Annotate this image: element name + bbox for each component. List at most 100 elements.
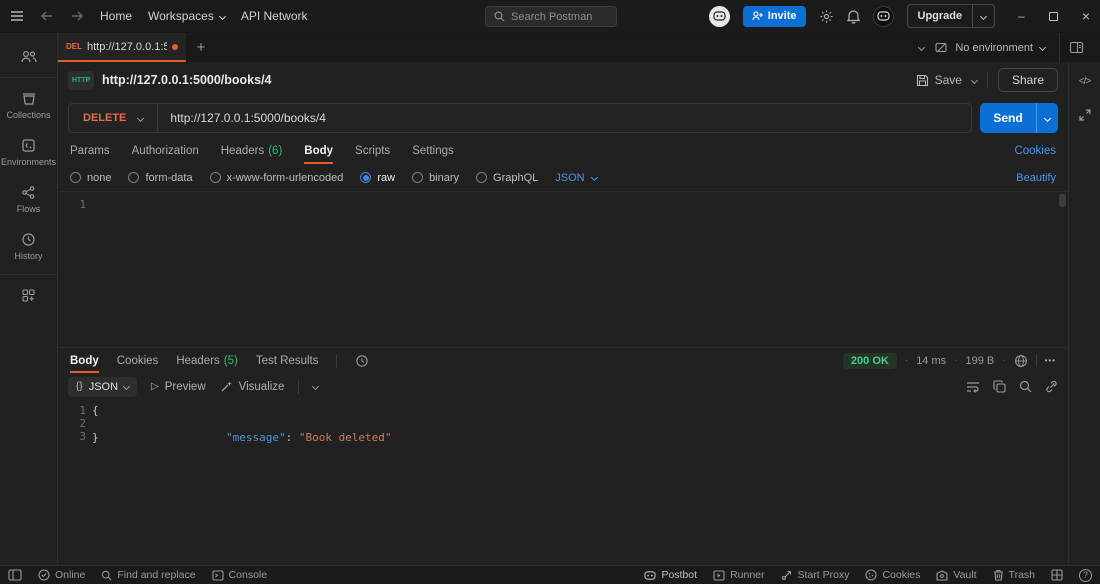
back-icon[interactable] xyxy=(40,10,54,22)
sidebar-item-collections[interactable]: Collections xyxy=(0,82,57,129)
send-button[interactable]: Send xyxy=(980,103,1058,133)
response-format-selector[interactable]: {} JSON xyxy=(68,377,137,397)
runner-icon xyxy=(713,570,725,581)
tab-list-chevron-icon[interactable] xyxy=(918,44,925,51)
invite-button[interactable]: Invite xyxy=(743,6,806,27)
postbot-icon[interactable] xyxy=(709,6,730,27)
search-input[interactable]: Search Postman xyxy=(485,6,617,27)
window-close-button[interactable]: × xyxy=(1082,8,1090,24)
sidebar-item-flows[interactable]: Flows xyxy=(0,176,57,223)
no-environment-icon xyxy=(934,41,948,54)
save-options-chevron-icon[interactable] xyxy=(971,76,978,83)
postbot-face-icon xyxy=(644,570,656,581)
http-badge: HTTP xyxy=(68,71,94,90)
copy-icon[interactable] xyxy=(993,380,1006,393)
editor-scrollbar[interactable] xyxy=(1059,194,1066,345)
toggle-sidebar-icon[interactable] xyxy=(8,569,22,581)
search-placeholder: Search Postman xyxy=(511,11,592,23)
window-minimize-button[interactable]: – xyxy=(1018,9,1025,23)
expand-panel-icon[interactable] xyxy=(1079,109,1091,121)
start-proxy-button[interactable]: Start Proxy xyxy=(781,569,850,581)
body-mode-urlencoded[interactable]: x-www-form-urlencoded xyxy=(210,172,344,184)
tab-body[interactable]: Body xyxy=(304,138,333,164)
upgrade-chevron[interactable] xyxy=(972,5,994,27)
nav-workspaces[interactable]: Workspaces xyxy=(148,9,225,23)
globe-icon[interactable] xyxy=(1014,354,1028,368)
tab-headers[interactable]: Headers(6) xyxy=(221,138,283,164)
notifications-bell-icon[interactable] xyxy=(847,9,860,24)
nav-api-network[interactable]: API Network xyxy=(241,9,308,23)
user-avatar[interactable] xyxy=(873,6,894,27)
save-button[interactable]: Save xyxy=(916,73,962,87)
method-selector[interactable]: DELETE xyxy=(69,104,157,132)
response-tab-headers[interactable]: Headers(5) xyxy=(176,348,238,373)
window-maximize-button[interactable] xyxy=(1049,12,1058,21)
response-time[interactable]: 14 ms xyxy=(916,355,946,367)
hamburger-menu-icon[interactable] xyxy=(10,10,24,22)
vault-button[interactable]: Vault xyxy=(936,569,976,581)
right-sidebar-rail: </> xyxy=(1068,62,1100,565)
preview-button[interactable]: ▷ Preview xyxy=(151,381,206,393)
body-mode-none[interactable]: none xyxy=(70,172,111,184)
forward-icon[interactable] xyxy=(70,10,84,22)
new-tab-button[interactable]: + xyxy=(186,33,216,62)
left-sidebar-rail: Collections Environments Flows History xyxy=(0,33,58,565)
visualize-chevron-icon[interactable] xyxy=(312,383,319,390)
sidebar-configure-icon[interactable] xyxy=(0,279,57,312)
response-tab-test-results[interactable]: Test Results xyxy=(256,348,319,373)
response-size[interactable]: 199 B xyxy=(966,355,995,367)
json-key: "message" xyxy=(226,431,286,444)
online-status[interactable]: Online xyxy=(38,569,85,581)
body-mode-raw[interactable]: raw xyxy=(360,172,395,184)
sidebar-item-environments[interactable]: Environments xyxy=(0,129,57,176)
cookies-button[interactable]: Cookies xyxy=(865,569,920,581)
environment-quick-look-icon[interactable] xyxy=(1069,41,1084,54)
request-body-editor[interactable]: 1 xyxy=(58,191,1068,347)
tab-settings[interactable]: Settings xyxy=(412,138,454,164)
wrap-text-icon[interactable] xyxy=(966,381,980,393)
response-body-viewer[interactable]: 1 2 3 { "message": "Book deleted" } xyxy=(58,400,1068,565)
environment-selector[interactable]: No environment xyxy=(934,41,1045,54)
console-button[interactable]: Console xyxy=(212,569,268,581)
visualize-button[interactable]: Visualize xyxy=(220,380,285,393)
sidebar-workspace-icon[interactable] xyxy=(0,41,57,73)
link-icon[interactable] xyxy=(1045,380,1058,393)
runner-button[interactable]: Runner xyxy=(713,569,764,581)
settings-gear-icon[interactable] xyxy=(819,9,834,24)
response-tab-cookies[interactable]: Cookies xyxy=(117,348,159,373)
url-input[interactable]: http://127.0.0.1:5000/books/4 xyxy=(158,111,337,125)
open-request-tab[interactable]: DEL http://127.0.0.1:5000/boo xyxy=(58,33,186,62)
divider xyxy=(987,72,988,88)
response-line-numbers: 1 2 3 xyxy=(58,400,92,565)
radio-icon xyxy=(210,172,221,183)
raw-language-selector[interactable]: JSON xyxy=(555,172,596,184)
sidebar-item-history[interactable]: History xyxy=(0,223,57,270)
body-mode-form-data[interactable]: form-data xyxy=(128,172,192,184)
cookies-link[interactable]: Cookies xyxy=(1014,145,1056,157)
search-response-icon[interactable] xyxy=(1019,380,1032,393)
chevron-down-icon xyxy=(137,114,144,121)
trash-button[interactable]: Trash xyxy=(993,569,1035,581)
divider xyxy=(298,380,299,394)
beautify-link[interactable]: Beautify xyxy=(1016,172,1056,184)
panel-layout-icon[interactable] xyxy=(1051,569,1063,581)
tab-params[interactable]: Params xyxy=(70,138,110,164)
find-and-replace-button[interactable]: Find and replace xyxy=(101,569,195,581)
response-history-icon[interactable] xyxy=(355,354,369,368)
response-tab-body[interactable]: Body xyxy=(70,348,99,373)
response-more-options[interactable]: ••• xyxy=(1045,356,1056,365)
code-snippet-icon[interactable]: </> xyxy=(1079,76,1090,87)
play-icon: ▷ xyxy=(151,381,159,392)
body-mode-binary[interactable]: binary xyxy=(412,172,459,184)
tab-authorization[interactable]: Authorization xyxy=(132,138,199,164)
help-button[interactable]: ? xyxy=(1079,569,1092,582)
nav-home[interactable]: Home xyxy=(100,9,132,23)
radio-icon xyxy=(412,172,423,183)
body-mode-graphql[interactable]: GraphQL xyxy=(476,172,538,184)
postbot-button[interactable]: Postbot xyxy=(644,569,697,581)
status-badge[interactable]: 200 OK xyxy=(843,353,897,369)
tab-scripts[interactable]: Scripts xyxy=(355,138,390,164)
upgrade-button[interactable]: Upgrade xyxy=(907,4,996,28)
share-button[interactable]: Share xyxy=(998,68,1058,92)
send-options-chevron[interactable] xyxy=(1036,103,1058,133)
